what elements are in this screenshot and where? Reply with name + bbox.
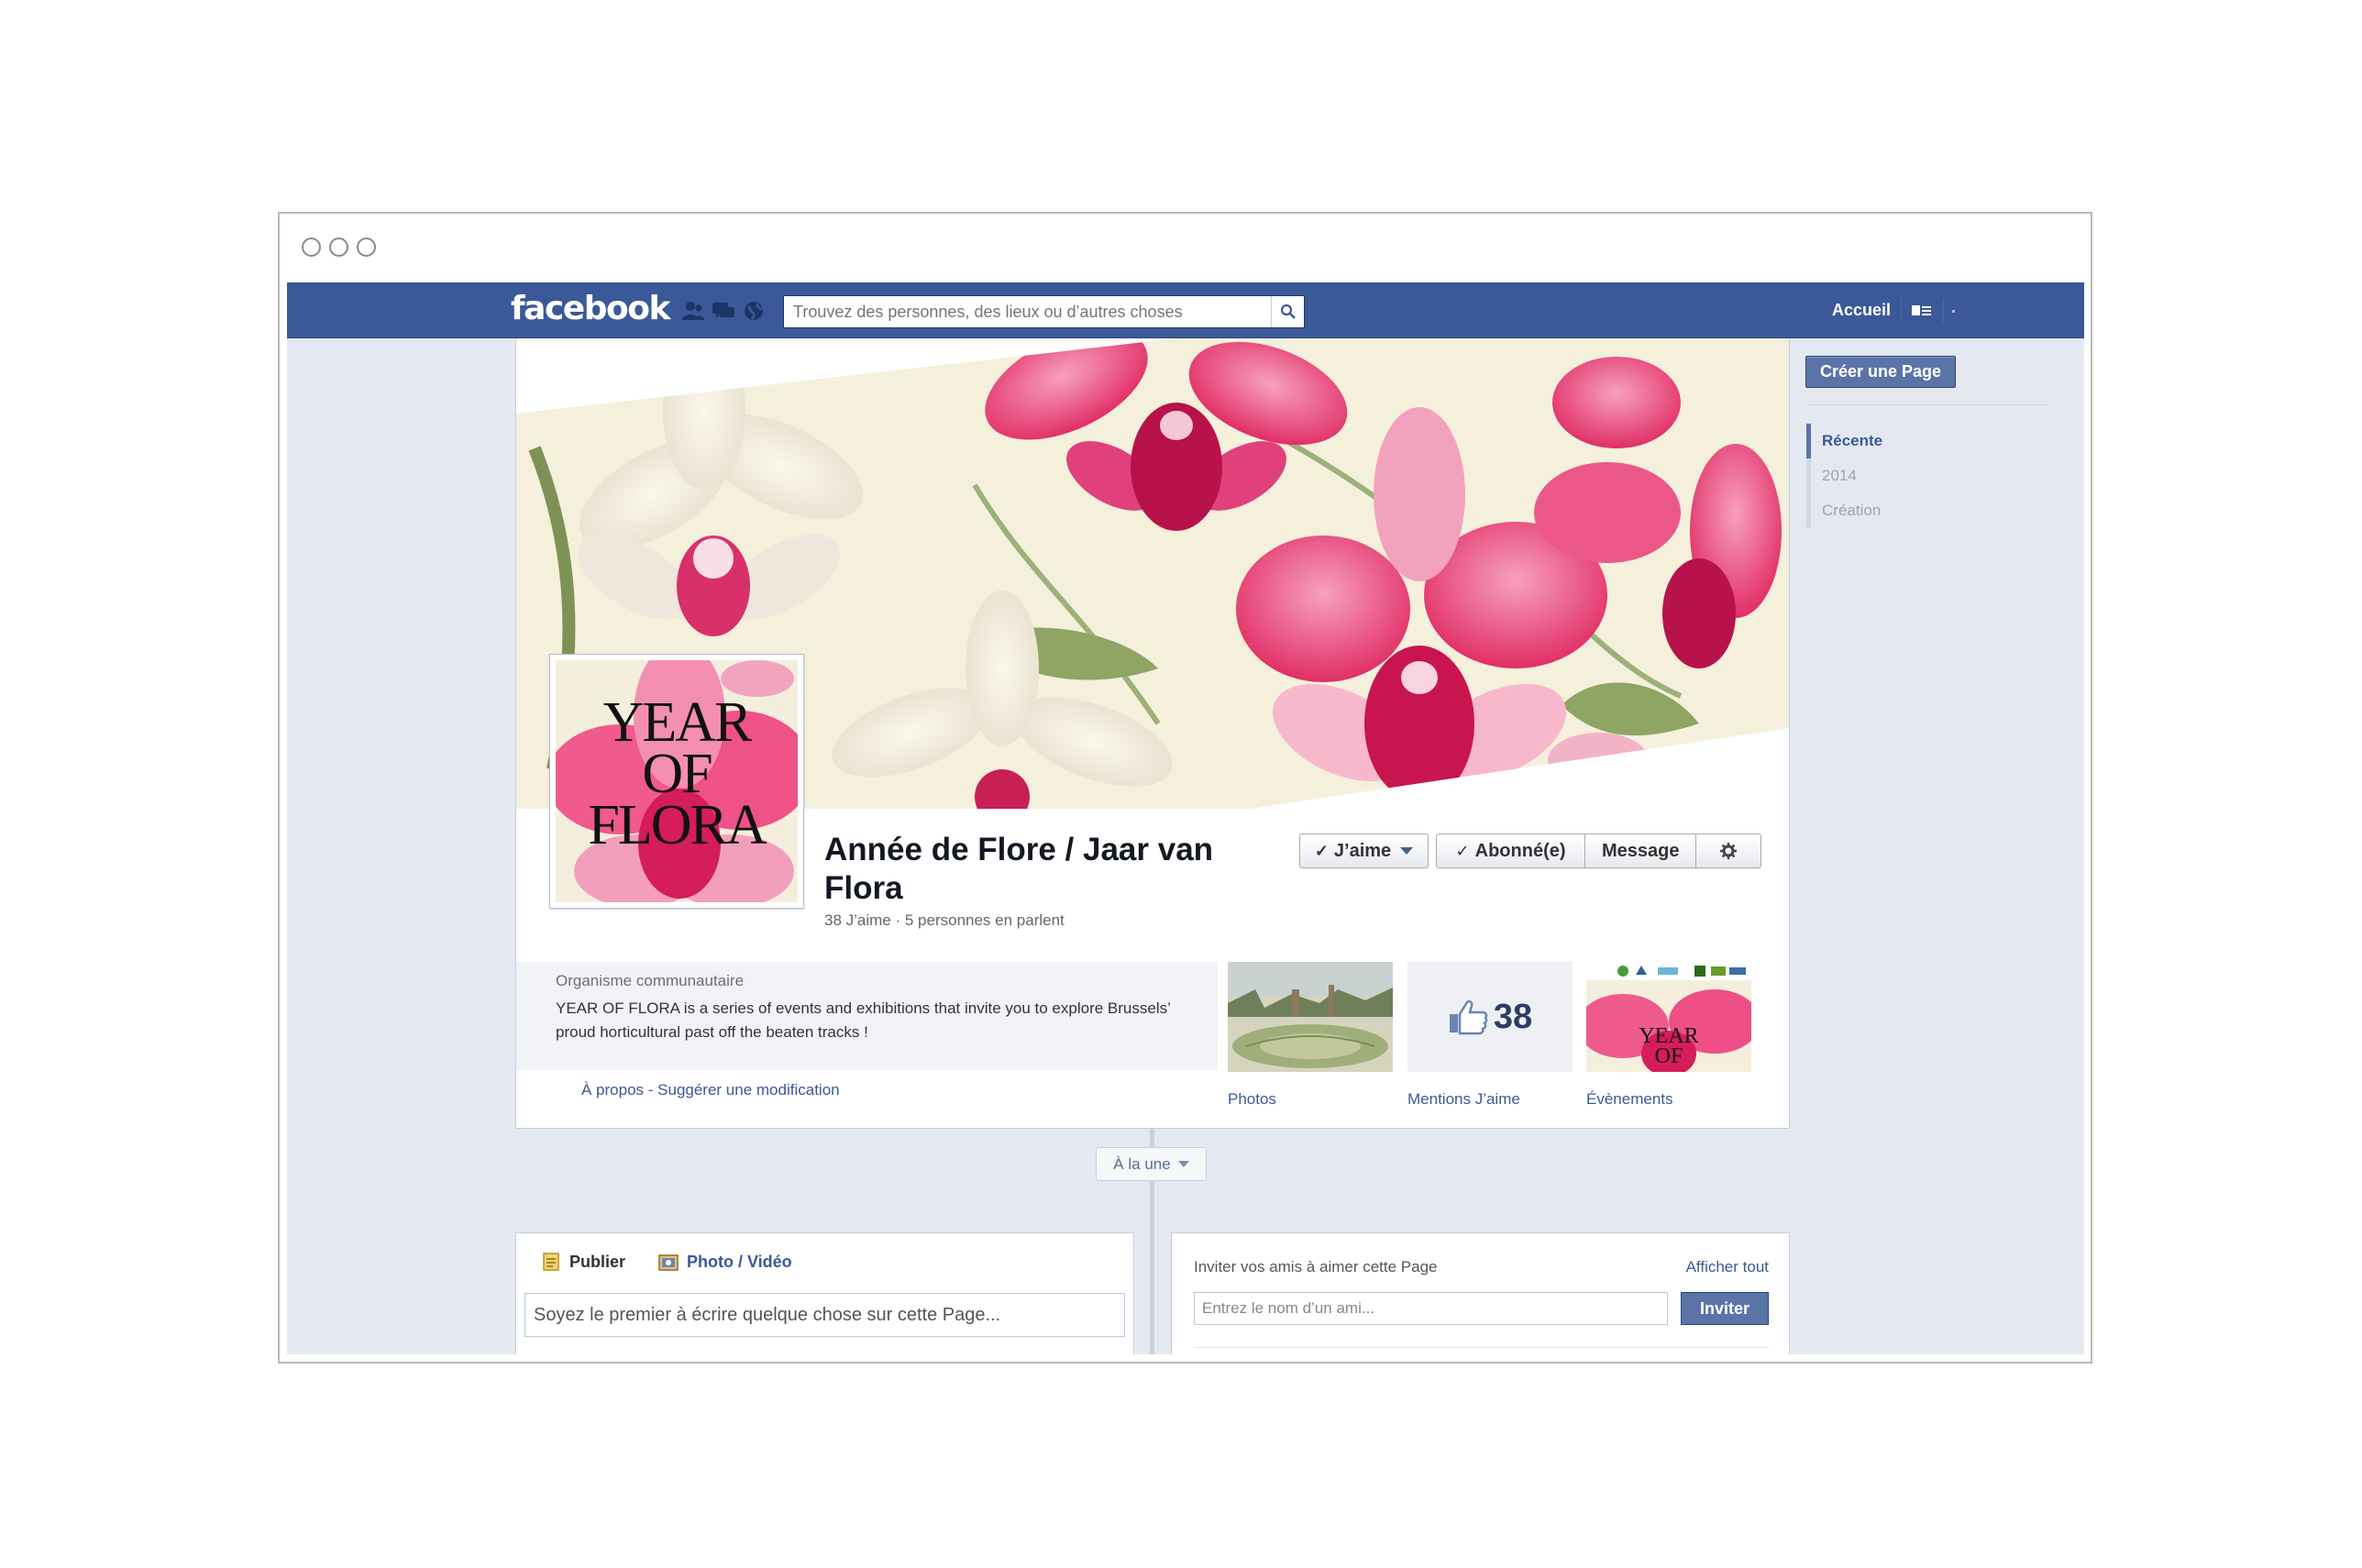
profile-picture-image: YEAR OF FLORA [556,660,798,902]
facebook-logo[interactable]: facebook [511,290,670,327]
about-summary-box: Organisme communautaire YEAR OF FLORA is… [516,962,1218,1070]
about-links[interactable]: À propos - Suggérer une modification [581,1081,840,1099]
thumbs-up-icon [1449,999,1488,1035]
photos-thumbnail [1228,962,1393,1072]
invite-button[interactable]: Inviter [1681,1292,1769,1325]
like-button-label: J’aime [1333,840,1392,861]
likes-count: 38 [1493,997,1533,1036]
window-close-dot[interactable] [302,237,321,257]
photos-label[interactable]: Photos [1228,1090,1276,1109]
message-label: Message [1601,840,1680,861]
profile-text-line-1: YEAR [602,691,753,754]
friend-requests-icon[interactable] [681,300,705,322]
see-all-link[interactable]: Afficher tout [1686,1258,1769,1276]
composer-tab-publish-label: Publier [569,1252,626,1271]
home-link[interactable]: Accueil [1832,301,1891,320]
profile-picture[interactable]: YEAR OF FLORA [549,654,804,909]
message-button[interactable]: Message [1585,834,1697,867]
timeline-nav-recent[interactable]: Récente [1806,424,1990,458]
window-controls [302,237,376,257]
page-settings-icon[interactable] [1912,303,1932,317]
notifications-globe-icon[interactable] [742,300,766,322]
chevron-down-icon [1400,847,1414,855]
nav-separator [1901,299,1902,323]
invite-friends-box: Inviter vos amis à aimer cette Page Affi… [1171,1232,1790,1354]
highlights-label: À la une [1113,1154,1171,1173]
search-button[interactable] [1271,296,1304,327]
facebook-page-screen: facebook Trouvez des personnes, des lieu… [287,282,2084,1354]
photos-tile[interactable] [1228,962,1393,1072]
profile-text-line-2: OF [642,743,712,805]
page-options-button[interactable] [1696,834,1760,867]
events-label[interactable]: Évènements [1586,1090,1673,1109]
svg-text:OF: OF [1655,1044,1683,1068]
photo-video-icon [658,1254,679,1271]
composer-input[interactable]: Soyez le premier à écrire quelque chose … [524,1293,1125,1337]
subscribed-label: Abonné(e) [1474,840,1566,861]
sidebar-divider [1805,404,2051,405]
page-stats: 38 J’aime · 5 personnes en parlent [824,911,1065,929]
top-navigation-bar: facebook Trouvez des personnes, des lieu… [287,282,2084,338]
check-icon: ✓ [1314,841,1329,860]
invite-friends-label: Inviter vos amis à aimer cette Page [1194,1258,1438,1275]
likes-tile[interactable]: 38 [1407,962,1573,1072]
post-composer: Publier Photo / Vidéo Soyez le premier à… [515,1232,1134,1354]
page-actions-group: ✓ Abonné(e) Message [1436,834,1761,868]
page-category: Organisme communautaire [556,972,745,989]
page-title[interactable]: Année de Flore / Jaar van Flora [824,831,1255,908]
create-page-button[interactable]: Créer une Page [1805,356,1956,388]
chevron-down-icon [1177,1161,1189,1167]
check-icon: ✓ [1455,841,1470,860]
composer-tab-photo-video[interactable]: Photo / Vidéo [657,1252,792,1272]
highlights-dropdown[interactable]: À la une [1096,1147,1207,1181]
window-minimize-dot[interactable] [329,237,348,257]
status-icon [543,1253,559,1271]
profile-text-line-3: FLORA [588,794,767,856]
search-bar [783,295,1305,328]
like-page-button[interactable]: ✓ J’aime [1299,834,1429,868]
gear-icon [1720,843,1738,859]
composer-tab-publish[interactable]: Publier [542,1252,625,1272]
timeline-nav-2014[interactable]: 2014 [1806,458,1990,493]
subscribed-button[interactable]: ✓ Abonné(e) [1437,834,1586,867]
window-zoom-dot[interactable] [357,237,376,257]
friend-name-input[interactable]: Entrez le nom d’un ami... [1194,1292,1668,1325]
nav-separator [1943,299,1944,323]
events-tile[interactable]: YEAR OF [1586,962,1751,1072]
account-menu-icon[interactable] [1952,310,1955,313]
browser-window: facebook Trouvez des personnes, des lieu… [278,212,2092,1364]
likes-label[interactable]: Mentions J’aime [1407,1090,1520,1109]
timeline-nav-creation[interactable]: Création [1806,493,1990,528]
messages-icon[interactable] [712,300,735,322]
composer-tab-photo-video-label: Photo / Vidéo [687,1252,792,1271]
timeline-year-nav: Récente 2014 Création [1806,424,1990,528]
page-header-card: YEAR OF FLORA Année de Flore / Jaar van … [515,338,1790,1129]
page-description: YEAR OF FLORA is a series of events and … [556,999,1171,1041]
search-input[interactable] [784,296,1270,327]
search-icon [1280,304,1296,319]
events-thumbnail: YEAR OF [1586,962,1751,1072]
invite-divider [1194,1347,1769,1348]
